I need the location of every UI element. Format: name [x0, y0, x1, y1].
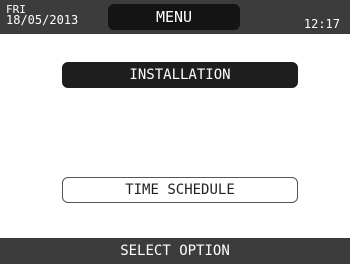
clock-label: 12:17 [303, 17, 340, 31]
menu-title-tab: MENU [108, 4, 240, 30]
installation-option-button[interactable]: INSTALLATION [62, 62, 298, 88]
status-header: FRI 18/05/2013 MENU 12:17 [0, 0, 350, 34]
footer-prompt-bar: SELECT OPTION [0, 238, 350, 264]
time-schedule-option-button[interactable]: TIME SCHEDULE [62, 177, 298, 203]
date-label: 18/05/2013 [6, 13, 79, 27]
